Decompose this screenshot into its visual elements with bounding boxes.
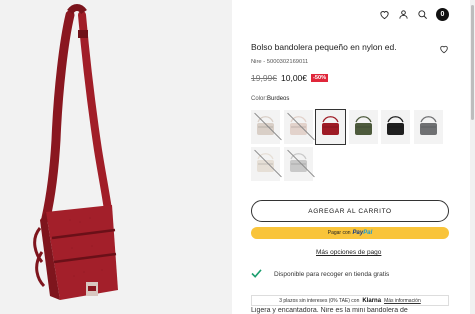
color-value: Burdeos: [267, 96, 290, 102]
product-image-gallery[interactable]: [0, 0, 232, 314]
klarna-installments-box: 3 plazos sin intereses (0% TAE) con Klar…: [251, 295, 449, 306]
header-icons: 0: [379, 8, 449, 21]
product-title: Bolso bandolera pequeño en nylon ed.: [251, 42, 397, 52]
color-swatch[interactable]: [283, 147, 313, 181]
paypal-button[interactable]: Pagar con PayPal: [251, 227, 449, 239]
color-swatch[interactable]: [381, 110, 410, 144]
swatch-bag-image: [322, 116, 339, 135]
color-swatch[interactable]: [251, 147, 280, 181]
color-label: Color:Burdeos: [251, 96, 289, 102]
klarna-text: 3 plazos sin intereses (0% TAE) con: [279, 297, 360, 304]
current-price: 10,00€: [281, 73, 307, 83]
more-payment-options-link[interactable]: Más opciones de pago: [316, 249, 381, 256]
bag-icon[interactable]: 0: [436, 8, 449, 21]
add-to-cart-button[interactable]: AGREGAR AL CARRITO: [251, 200, 449, 222]
search-icon[interactable]: [417, 9, 428, 20]
scrollbar[interactable]: [470, 0, 475, 314]
product-description: Ligera y encantadora. Nire es la mini ba…: [251, 307, 408, 314]
swatch-bag-image: [257, 153, 274, 172]
discount-badge: -50%: [311, 74, 329, 82]
paypal-logo-pal: Pal: [363, 230, 373, 236]
color-swatch[interactable]: [348, 110, 378, 144]
swatch-bag-image: [289, 116, 307, 135]
old-price: 19,99€: [251, 73, 277, 83]
pickup-text: Disponible para recoger en tienda gratis: [274, 271, 390, 278]
product-info-panel: 0 Bolso bandolera pequeño en nylon ed. N…: [232, 0, 475, 314]
swatch-bag-image: [289, 153, 307, 172]
swatch-bag-image: [354, 116, 372, 135]
bag-product-image: [33, 4, 118, 300]
swatch-bag-image: [257, 116, 274, 135]
user-icon[interactable]: [398, 9, 409, 20]
color-swatch[interactable]: [413, 110, 443, 144]
color-swatch[interactable]: [283, 110, 313, 144]
store-pickup-info: Disponible para recoger en tienda gratis: [251, 269, 389, 280]
paypal-prefix: Pagar con: [327, 230, 351, 236]
klarna-logo: Klarna: [362, 297, 382, 304]
wishlist-heart-icon[interactable]: [439, 41, 449, 59]
paypal-logo: PayPal: [353, 230, 373, 236]
klarna-more-info-link[interactable]: Más información: [384, 298, 421, 304]
product-sku: Nire - 5000302169011: [251, 59, 309, 65]
heart-icon[interactable]: [379, 9, 390, 20]
check-icon: [251, 269, 262, 280]
cart-count: 0: [440, 11, 445, 18]
paypal-logo-pay: Pay: [352, 230, 364, 236]
color-swatch[interactable]: [315, 109, 346, 145]
color-swatch[interactable]: [251, 110, 280, 144]
swatch-bag-image: [419, 116, 437, 135]
swatch-bag-image: [387, 116, 404, 135]
scrollbar-thumb[interactable]: [471, 5, 474, 120]
price-block: 19,99€ 10,00€ -50%: [251, 73, 329, 83]
color-label-text: Color:: [251, 96, 268, 102]
